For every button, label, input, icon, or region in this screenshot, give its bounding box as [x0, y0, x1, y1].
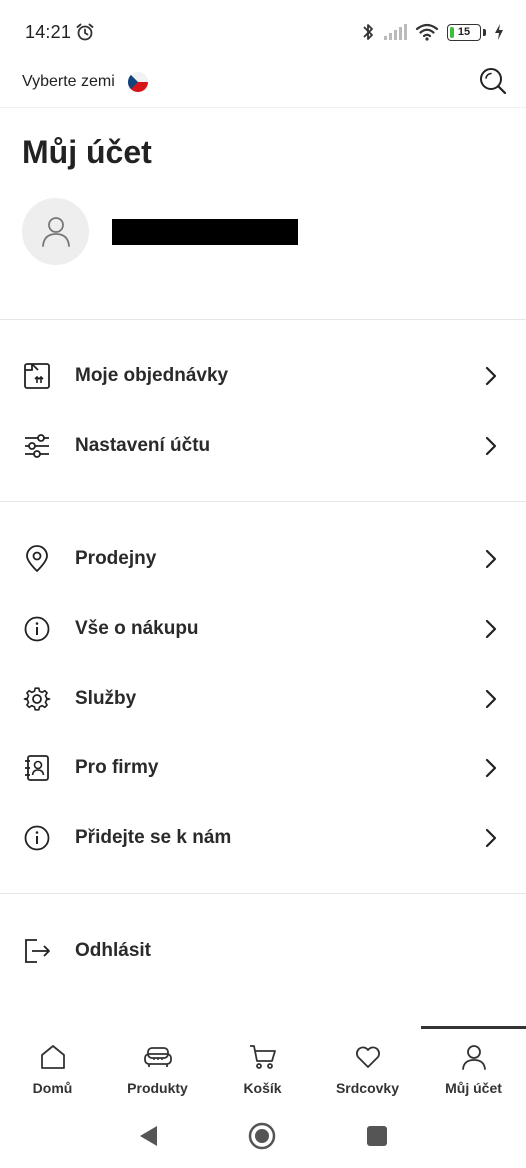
bottom-navigation: Domů Produkty Košík Srdcovky Můj účet — [0, 1026, 526, 1108]
info-icon — [22, 614, 52, 644]
divider — [0, 893, 526, 894]
cart-icon — [249, 1045, 276, 1069]
back-icon[interactable] — [135, 1122, 163, 1150]
menu-item-stores[interactable]: Prodejny — [0, 531, 526, 587]
chevron-right-icon — [485, 689, 497, 709]
battery-tip — [483, 28, 486, 36]
system-navigation-bar — [0, 1108, 526, 1168]
czech-flag-icon — [127, 72, 148, 92]
chevron-right-icon — [485, 619, 497, 639]
status-indicators: 15 — [361, 20, 504, 44]
menu-item-label: Vše o nákupu — [75, 618, 199, 639]
menu-item-services[interactable]: Služby — [0, 671, 526, 727]
location-pin-icon — [22, 544, 52, 574]
menu-item-label: Moje objednávky — [75, 365, 229, 386]
status-bar: 14:21 15 — [0, 0, 526, 62]
user-icon — [461, 1045, 486, 1070]
heart-icon — [355, 1046, 380, 1068]
menu-item-label: Přidejte se k nám — [75, 827, 232, 848]
nav-tab-label: Srdcovky — [335, 1080, 400, 1096]
menu-item-account-settings[interactable]: Nastavení účtu — [0, 418, 526, 474]
avatar — [22, 197, 89, 265]
home-circle-icon[interactable] — [248, 1122, 276, 1150]
divider — [0, 501, 526, 502]
menu-item-orders[interactable]: Moje objednávky — [0, 348, 526, 404]
nav-tab-home[interactable]: Domů — [0, 1028, 105, 1108]
alarm-clock-icon — [76, 23, 94, 41]
logout-label: Odhlásit — [75, 940, 152, 961]
top-bar: Vyberte zemi — [0, 62, 526, 108]
chevron-right-icon — [485, 366, 497, 386]
battery-indicator: 15 — [447, 23, 481, 41]
chevron-right-icon — [485, 549, 497, 569]
menu-item-shopping-info[interactable]: Vše o nákupu — [0, 601, 526, 657]
home-icon — [40, 1045, 65, 1069]
bluetooth-icon — [363, 24, 373, 40]
recent-apps-icon[interactable] — [363, 1122, 391, 1150]
profile-section — [22, 197, 298, 265]
divider — [0, 319, 526, 320]
nav-tab-label: Košík — [243, 1080, 282, 1096]
user-avatar-icon — [41, 217, 70, 247]
menu-item-label: Prodejny — [75, 548, 157, 569]
chevron-right-icon — [485, 828, 497, 848]
chevron-right-icon — [485, 758, 497, 778]
nav-tab-products[interactable]: Produkty — [105, 1028, 210, 1108]
menu-item-label: Služby — [75, 688, 137, 709]
country-selector[interactable]: Vyberte zemi — [22, 70, 149, 94]
menu-item-label: Nastavení účtu — [75, 435, 211, 456]
logout-button[interactable]: Odhlásit — [0, 923, 526, 979]
chevron-right-icon — [485, 436, 497, 456]
nav-tab-label: Můj účet — [445, 1080, 502, 1096]
nav-tab-label: Produkty — [127, 1080, 188, 1096]
gear-icon — [22, 684, 52, 714]
menu-item-label: Pro firmy — [75, 757, 159, 778]
menu-item-business[interactable]: Pro firmy — [0, 740, 526, 796]
page-title: Můj účet — [22, 134, 152, 170]
country-label: Vyberte zemi — [22, 73, 115, 90]
redacted-user-name — [112, 219, 298, 245]
sofa-icon — [143, 1047, 172, 1067]
nav-tab-label: Domů — [32, 1080, 73, 1096]
contact-book-icon — [22, 753, 52, 783]
sliders-icon — [22, 431, 52, 461]
nav-tab-favorites[interactable]: Srdcovky — [315, 1028, 420, 1108]
logout-icon — [22, 936, 52, 966]
info-icon — [22, 823, 52, 853]
package-icon — [22, 361, 52, 391]
signal-icon — [384, 24, 407, 40]
charging-icon — [495, 24, 503, 40]
wifi-icon — [415, 23, 439, 41]
nav-tab-cart[interactable]: Košík — [210, 1028, 315, 1108]
menu-item-join-us[interactable]: Přidejte se k nám — [0, 810, 526, 866]
battery-level: 15 — [457, 26, 471, 38]
active-tab-indicator — [421, 1026, 526, 1029]
status-time: 14:21 — [25, 22, 72, 42]
nav-tab-account[interactable]: Můj účet — [421, 1026, 526, 1108]
search-icon[interactable] — [478, 66, 508, 96]
